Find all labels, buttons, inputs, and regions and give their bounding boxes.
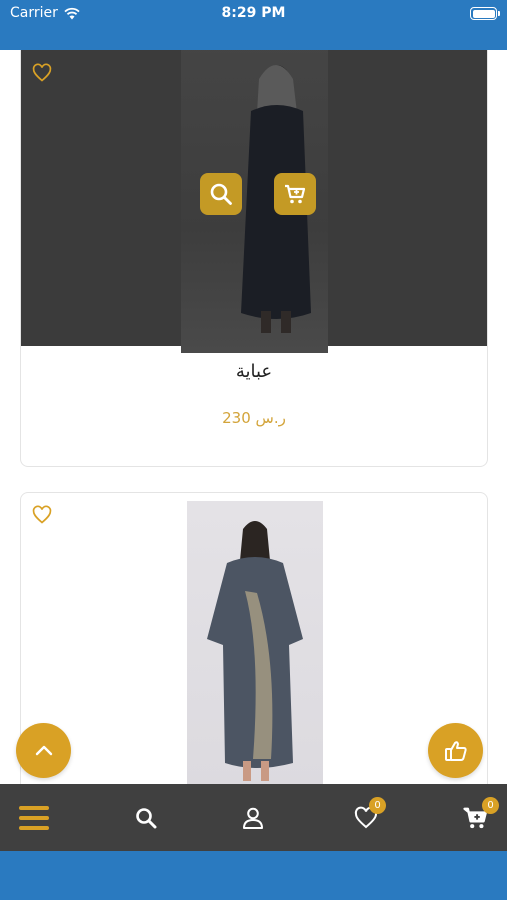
chevron-up-icon: [35, 745, 52, 755]
add-to-cart-button[interactable]: [274, 173, 316, 215]
nav-cart[interactable]: 0: [452, 784, 500, 851]
product-image-area[interactable]: [21, 50, 487, 353]
status-time: 8:29 PM: [221, 5, 286, 21]
abaya-figure: [207, 521, 303, 781]
scroll-to-top-button[interactable]: [16, 723, 71, 778]
menu-icon: [19, 805, 49, 830]
search-icon: [210, 183, 232, 205]
bottom-navigation: 0 0: [0, 784, 507, 851]
nav-account[interactable]: [229, 784, 277, 851]
thumbs-up-icon: [444, 740, 467, 761]
product-image-area[interactable]: [21, 501, 487, 784]
favorites-count-badge: 0: [369, 797, 386, 814]
quick-view-button[interactable]: [200, 173, 242, 215]
search-icon: [136, 807, 157, 828]
cart-plus-icon: [285, 184, 306, 204]
cart-count-badge: 0: [482, 797, 499, 814]
system-bottom-bar: [0, 851, 507, 900]
product-card[interactable]: عباية 230 ر.س: [20, 50, 488, 467]
user-icon: [243, 807, 263, 829]
heart-icon[interactable]: [32, 63, 52, 83]
product-photo[interactable]: [187, 501, 323, 784]
status-bar: Carrier 8:29 PM: [0, 0, 507, 50]
nav-menu[interactable]: [10, 784, 58, 851]
product-title[interactable]: عباية: [21, 361, 487, 382]
like-button[interactable]: [428, 723, 483, 778]
nav-search[interactable]: [122, 784, 170, 851]
product-list[interactable]: عباية 230 ر.س: [0, 50, 507, 784]
nav-favorites[interactable]: 0: [342, 784, 390, 851]
product-price: 230 ر.س: [222, 409, 286, 427]
heart-icon[interactable]: [32, 505, 52, 525]
product-card[interactable]: [20, 492, 488, 784]
battery-icon: [470, 7, 500, 20]
